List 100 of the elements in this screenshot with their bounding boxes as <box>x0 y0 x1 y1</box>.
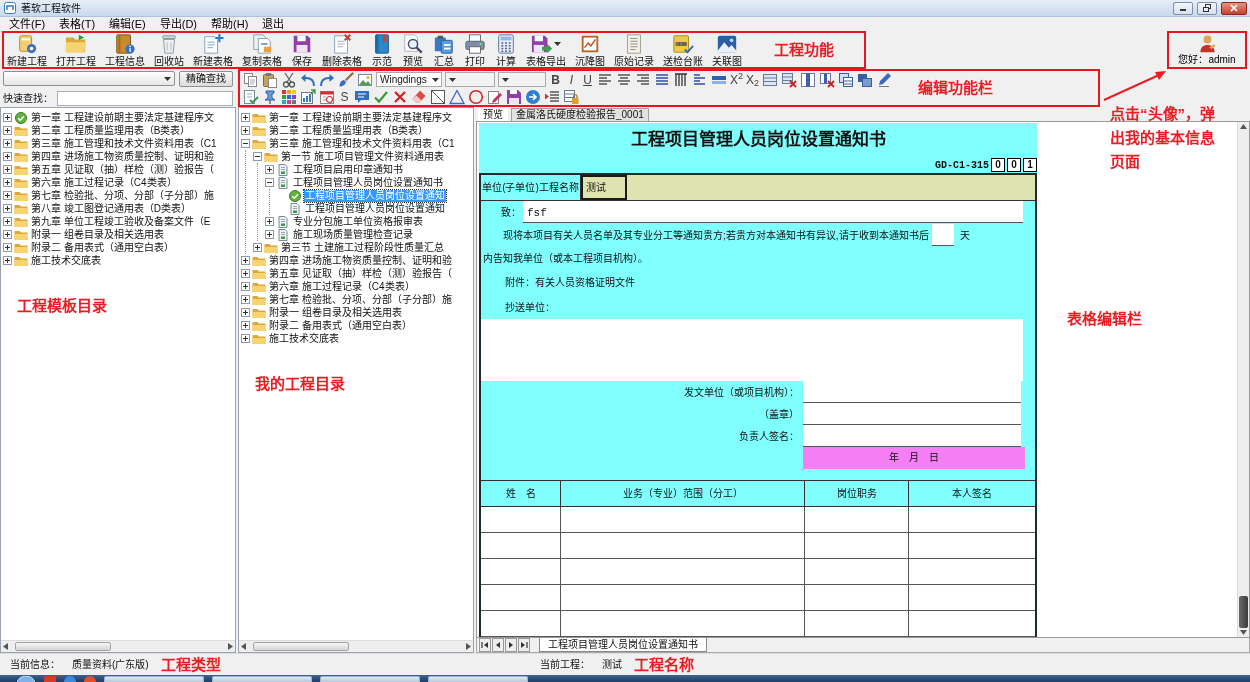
eraser-icon[interactable] <box>411 88 427 105</box>
tree-item[interactable]: 第三节 土建施工过程阶段性质量汇总 <box>280 241 445 254</box>
format-tool[interactable]: X$_{2}$ <box>746 71 760 88</box>
expand-icon[interactable] <box>241 321 250 330</box>
expand-icon[interactable] <box>241 126 250 135</box>
tree-item[interactable]: 工程项目管理人员岗位设置通知书 <box>292 176 444 189</box>
sheet-nav-button[interactable] <box>518 638 530 652</box>
collapse-icon[interactable] <box>241 139 250 148</box>
user-avatar-icon[interactable] <box>1197 34 1217 53</box>
table-input-cell[interactable] <box>561 507 805 532</box>
toolbar-button[interactable]: 汇总 <box>430 33 458 67</box>
tree-item[interactable]: 第四章 进场施工物资质量控制、证明和验 <box>268 254 453 267</box>
font-dropdown[interactable]: Wingdings <box>376 72 442 87</box>
toolbar-button[interactable]: 送检台账 <box>660 33 706 67</box>
table-input-cell[interactable] <box>909 507 1035 532</box>
toolbar-button[interactable]: 原始记录 <box>611 33 657 67</box>
tree-item[interactable]: 施工技术交底表 <box>268 332 340 345</box>
table-lock-icon[interactable] <box>563 88 579 105</box>
scroll-right-icon[interactable] <box>466 643 471 650</box>
table-input-cell[interactable] <box>805 533 909 558</box>
tree-item[interactable]: 第三章 施工管理和技术文件资料用表（C1 <box>268 137 456 150</box>
days-field[interactable] <box>931 224 954 246</box>
expand-icon[interactable] <box>3 243 12 252</box>
copy-icon[interactable] <box>243 71 259 88</box>
justify-icon[interactable] <box>654 71 670 88</box>
table-input-cell[interactable] <box>805 559 909 584</box>
expand-icon[interactable] <box>241 334 250 343</box>
tree-item[interactable]: 第三章 施工管理和技术文件资料用表（C1 <box>30 137 218 150</box>
expand-icon[interactable] <box>3 178 12 187</box>
toolbar-button[interactable]: 表格导出 <box>523 33 569 67</box>
tree-item[interactable]: 附录二 备用表式（通用空白表） <box>30 241 175 254</box>
tree-item[interactable]: 第五章 见证取（抽）样检（测）验报告（ <box>268 267 453 280</box>
color-grid-icon[interactable] <box>281 88 297 105</box>
start-orb-icon[interactable] <box>16 676 36 682</box>
table-input-cell[interactable] <box>909 585 1035 610</box>
table-input-cell[interactable] <box>805 611 909 636</box>
menu-item[interactable]: 编辑(E) <box>109 17 146 31</box>
table-input-cell[interactable] <box>481 585 561 610</box>
tree-item[interactable]: 第六章 施工过程记录（C4类表） <box>30 176 178 189</box>
scroll-down-icon[interactable] <box>1240 630 1247 635</box>
signoff-field[interactable] <box>803 381 1021 403</box>
scope-dropdown[interactable] <box>3 71 175 86</box>
cc-field[interactable] <box>481 319 1023 381</box>
blank-field[interactable] <box>627 175 1035 200</box>
tree-item[interactable]: 工程项目启用印章通知书 <box>292 163 404 176</box>
format-tool[interactable]: S <box>338 88 351 105</box>
cross-icon[interactable] <box>392 88 408 105</box>
expand-icon[interactable] <box>241 256 250 265</box>
expand-icon[interactable] <box>241 308 250 317</box>
toolbar-button[interactable]: 保存 <box>288 33 316 67</box>
dropdown-field[interactable] <box>445 72 495 87</box>
expand-icon[interactable] <box>3 230 12 239</box>
horizontal-scrollbar[interactable] <box>1 640 235 652</box>
sheet-nav-button[interactable] <box>505 638 517 652</box>
tree-item[interactable]: 第一节 施工项目管理文件资料通用表 <box>280 150 445 163</box>
vertical-scrollbar[interactable] <box>1237 122 1249 637</box>
scroll-right-icon[interactable] <box>228 643 233 650</box>
tree-item[interactable]: 第八章 竣工图登记通用表（D类表） <box>30 202 192 215</box>
tree-item[interactable]: 专业分包施工单位资格报审表 <box>292 215 424 228</box>
tree-item[interactable]: 第二章 工程质量监理用表（B类表） <box>30 124 192 137</box>
quick-search-field[interactable] <box>57 90 233 106</box>
scroll-thumb[interactable] <box>1239 596 1248 628</box>
comment-icon[interactable] <box>354 88 370 105</box>
sheet-nav-button[interactable] <box>479 638 491 652</box>
document-tab[interactable]: 预览 <box>478 108 508 121</box>
search-button[interactable]: 精确查找 <box>179 70 233 87</box>
minimize-button[interactable] <box>1173 1 1193 15</box>
dropdown-field[interactable] <box>498 72 546 87</box>
expand-icon[interactable] <box>253 243 262 252</box>
expand-icon[interactable] <box>3 256 12 265</box>
tree-item[interactable]: 施工现场质量管理检查记录 <box>292 228 414 241</box>
expand-icon[interactable] <box>3 126 12 135</box>
toolbar-button[interactable]: 删除表格 <box>319 33 365 67</box>
tables-copy-icon[interactable] <box>838 71 855 88</box>
expand-icon[interactable] <box>241 113 250 122</box>
toolbar-button[interactable]: 打开工程 <box>53 33 99 67</box>
scroll-left-icon[interactable] <box>3 643 8 650</box>
expand-icon[interactable] <box>3 152 12 161</box>
triangle-icon[interactable] <box>449 88 465 105</box>
tree-item[interactable]: 第一章 工程建设前期主要法定基建程序文 <box>30 111 215 124</box>
bold-tool[interactable]: B <box>549 71 562 88</box>
tree-item[interactable]: 第四章 进场施工物资质量控制、证明和验 <box>30 150 215 163</box>
tree-item[interactable]: 第五章 见证取（抽）样检（测）验报告（ <box>30 163 215 176</box>
document-check-icon[interactable] <box>243 88 259 105</box>
undo-icon[interactable] <box>300 71 316 88</box>
circle-icon[interactable] <box>468 88 484 105</box>
table-input-cell[interactable] <box>561 559 805 584</box>
format-tool[interactable]: X$^{2}$ <box>730 71 744 88</box>
restore-button[interactable] <box>1197 1 1217 15</box>
bar-chart-icon[interactable] <box>300 88 316 105</box>
toolbar-button[interactable]: 打印 <box>461 33 489 67</box>
expand-icon[interactable] <box>3 204 12 213</box>
collapse-icon[interactable] <box>265 178 274 187</box>
table-input-cell[interactable] <box>909 611 1035 636</box>
menu-item[interactable]: 退出 <box>262 17 285 31</box>
table-input-cell[interactable] <box>909 533 1035 558</box>
calendar-icon[interactable] <box>319 88 335 105</box>
expand-icon[interactable] <box>265 230 274 239</box>
edit-icon[interactable] <box>487 88 503 105</box>
close-button[interactable] <box>1221 1 1247 15</box>
